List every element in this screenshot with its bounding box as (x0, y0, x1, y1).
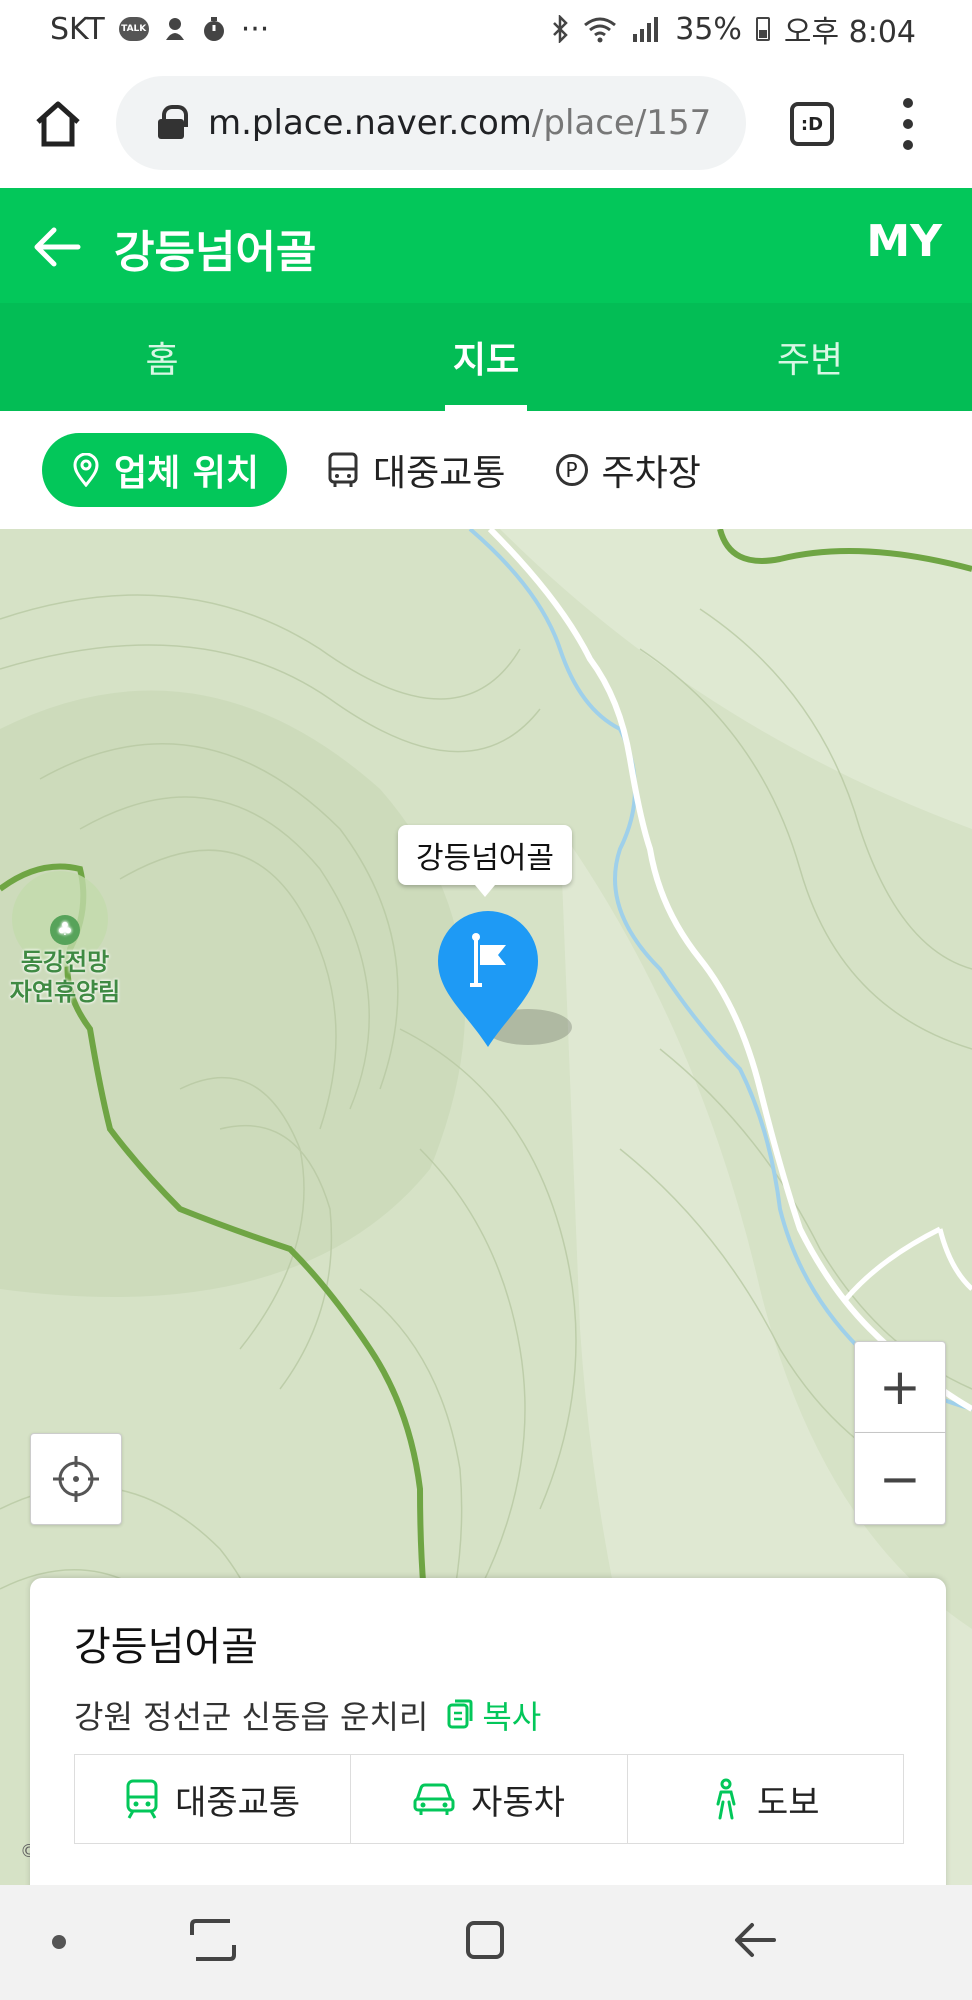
poi-forest[interactable]: ♣ 동강전망 자연휴양림 (0, 915, 130, 1007)
poi-label-line2: 자연휴양림 (9, 978, 121, 1006)
browser-toolbar: m.place.naver.com /place/157 :D (0, 58, 972, 188)
tab-home[interactable]: 홈 (0, 303, 324, 411)
home-icon[interactable] (30, 96, 86, 152)
subtab-location[interactable]: 업체 위치 (42, 433, 288, 507)
copy-label: 복사 (482, 1698, 542, 1736)
recent-apps-icon[interactable] (188, 1915, 238, 1965)
train-icon (126, 1779, 158, 1819)
clock: 오후 8:04 (783, 15, 916, 50)
battery-icon (755, 17, 770, 41)
battery-percent: 35% (675, 11, 742, 47)
url-bar[interactable]: m.place.naver.com /place/157 (116, 76, 746, 170)
kakaotalk-icon: TALK (118, 17, 149, 41)
tab-switcher-button[interactable]: :D (790, 102, 834, 146)
bus-icon (328, 452, 358, 487)
route-options: 대중교통 자동차 도보 (74, 1754, 904, 1844)
signal-icon (631, 16, 661, 42)
route-walk-label: 도보 (757, 1782, 820, 1823)
page-title: 강등넘어골 (114, 227, 317, 278)
locate-icon[interactable] (30, 1433, 122, 1525)
status-bar-left: SKT TALK ··· (50, 12, 269, 47)
tab-nearby[interactable]: 주변 (648, 303, 972, 411)
map-subtabs: 업체 위치 대중교통 P 주차장 (0, 411, 972, 529)
subtab-location-label: 업체 위치 (114, 453, 260, 494)
bluetooth-icon (551, 15, 569, 43)
status-bar-right: 35% 오후 8:04 (551, 7, 916, 51)
timer-icon (201, 16, 227, 42)
back-arrow-icon[interactable] (30, 220, 84, 274)
nav-dot-icon[interactable] (52, 1935, 66, 1949)
route-walk-button[interactable]: 도보 (628, 1755, 903, 1843)
walk-icon (716, 1778, 736, 1820)
status-bar: SKT TALK ··· 35% 오후 8:04 (0, 0, 972, 58)
car-icon (413, 1783, 455, 1815)
main-tabs: 홈 지도 주변 (0, 303, 972, 411)
route-car-button[interactable]: 자동차 (351, 1755, 628, 1843)
pin-label[interactable]: 강등넘어골 (398, 825, 572, 897)
system-nav-bar (0, 1885, 972, 2000)
flag-pin-icon[interactable] (436, 909, 540, 1049)
place-header: 강등넘어골 MY (0, 188, 972, 303)
wifi-icon (583, 15, 617, 43)
location-pin-icon (73, 453, 99, 487)
place-name: 강등넘어골 (74, 1624, 258, 1670)
copy-address-button[interactable]: 복사 (446, 1692, 541, 1738)
url-path: /place/157 (531, 103, 712, 143)
route-transit-label: 대중교통 (175, 1782, 301, 1823)
carrier-label: SKT (50, 11, 105, 47)
lock-icon (156, 105, 188, 141)
tab-map[interactable]: 지도 (324, 303, 648, 411)
poi-label-line1: 동강전망 (20, 948, 110, 976)
subtab-transit-label: 대중교통 (373, 453, 506, 494)
nav-home-icon[interactable] (460, 1915, 510, 1965)
my-button[interactable]: MY (866, 216, 942, 267)
url-host: m.place.naver.com (208, 103, 532, 143)
zoom-out-button[interactable]: − (854, 1433, 946, 1525)
parking-icon: P (555, 454, 588, 486)
nav-back-icon[interactable] (730, 1915, 780, 1965)
place-card: 강등넘어골 강원 정선군 신동읍 운치리 복사 대중교통 자동차 도보 (30, 1578, 946, 1908)
tree-icon: ♣ (50, 915, 80, 945)
place-address: 강원 정선군 신동읍 운치리 (74, 1698, 429, 1736)
place-address-row: 강원 정선군 신동읍 운치리 복사 (74, 1692, 902, 1738)
zoom-in-button[interactable]: + (854, 1341, 946, 1433)
subtab-transit[interactable]: 대중교통 (317, 433, 515, 507)
more-notifications: ··· (240, 11, 270, 47)
route-transit-button[interactable]: 대중교통 (75, 1755, 352, 1843)
kebab-menu-icon[interactable] (890, 98, 926, 150)
notification-icon (163, 16, 187, 42)
copy-icon (447, 1699, 473, 1729)
subtab-parking-label: 주차장 (601, 453, 701, 494)
subtab-parking[interactable]: P 주차장 (546, 433, 711, 507)
route-car-label: 자동차 (471, 1782, 565, 1823)
